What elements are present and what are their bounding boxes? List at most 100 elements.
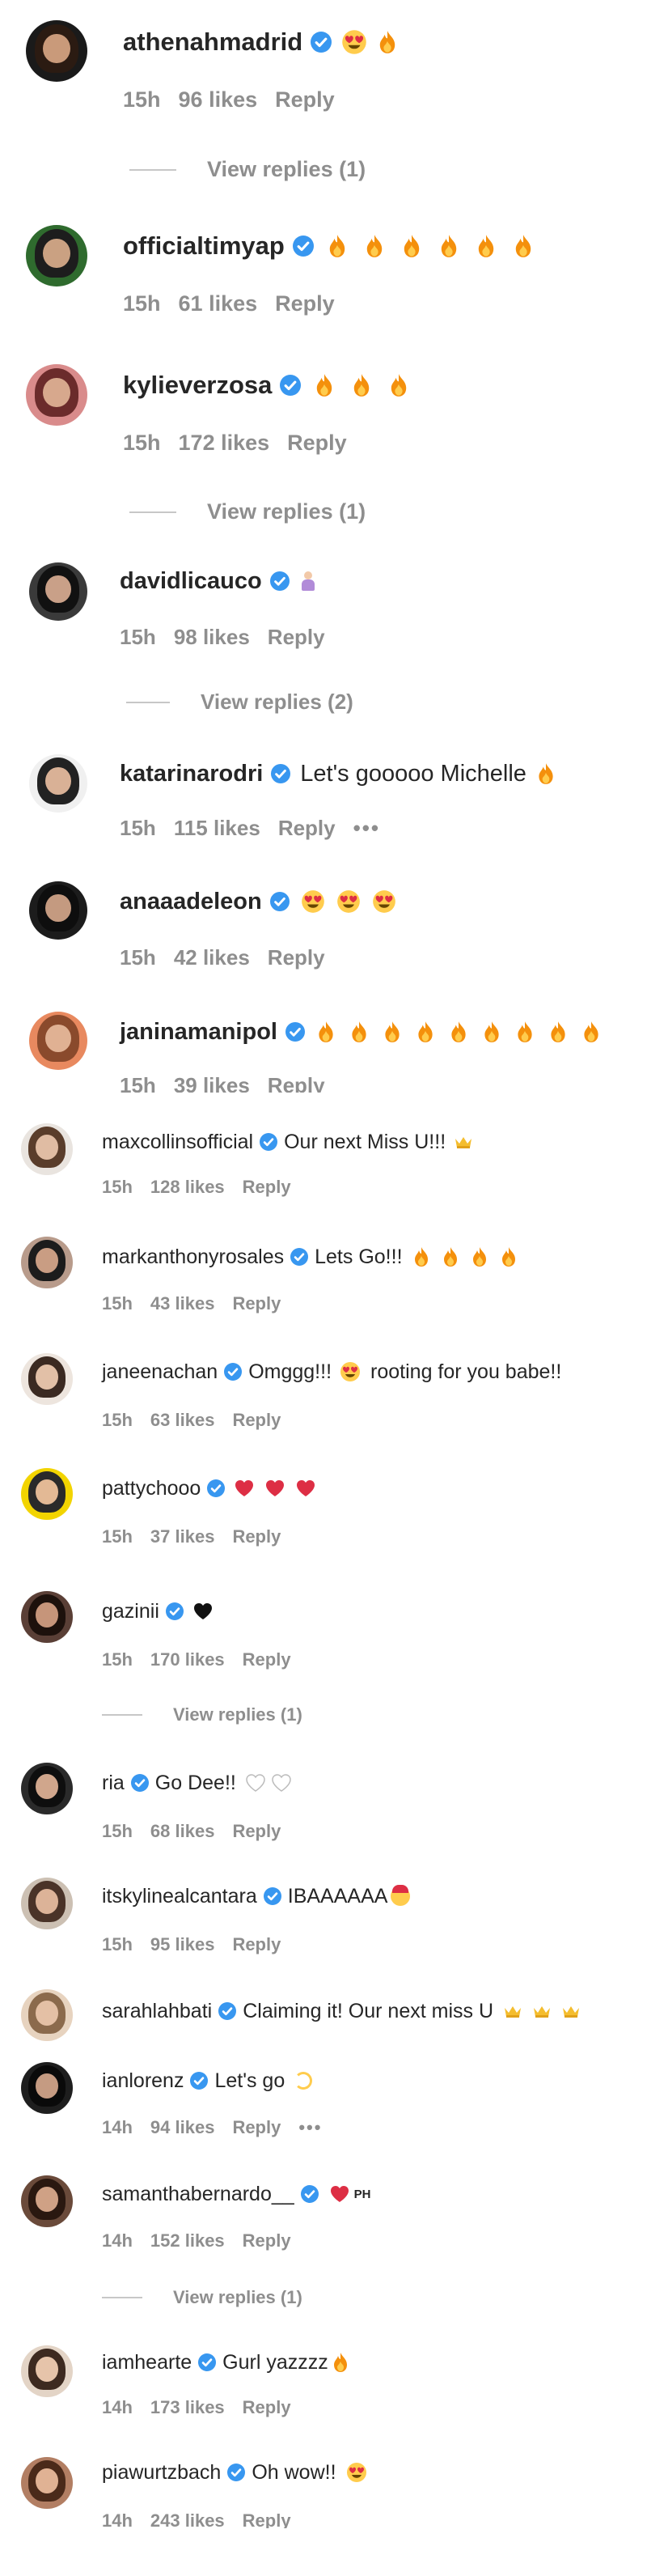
red-heart-emoji-icon: [296, 1479, 315, 1497]
comment-time: 14h: [102, 2230, 133, 2251]
comment-likes[interactable]: 63 likes: [150, 1410, 215, 1431]
comment-time: 15h: [102, 1293, 133, 1313]
divider-line: [129, 511, 176, 513]
reply-button[interactable]: Reply: [232, 1410, 281, 1431]
comment-likes[interactable]: 115 likes: [174, 816, 260, 841]
more-options-icon[interactable]: •••: [298, 2117, 322, 2138]
avatar[interactable]: [21, 1468, 73, 1520]
avatar[interactable]: [21, 2345, 73, 2397]
comment-username[interactable]: janinamanipol: [120, 1019, 277, 1046]
avatar[interactable]: [21, 2457, 73, 2509]
comment-username[interactable]: maxcollinsofficial: [102, 1131, 253, 1154]
avatar[interactable]: [29, 754, 87, 813]
comment-username[interactable]: davidlicauco: [120, 568, 262, 595]
heart-eyes-emoji-icon: [341, 29, 367, 55]
avatar[interactable]: [29, 1012, 87, 1070]
comment-likes[interactable]: 173 likes: [150, 2397, 225, 2418]
comment-username[interactable]: markanthonyrosales: [102, 1246, 284, 1269]
comment-likes[interactable]: 243 likes: [150, 2510, 225, 2528]
reply-button[interactable]: Reply: [243, 2397, 291, 2418]
comment-likes[interactable]: 172 likes: [179, 431, 270, 456]
comment-username[interactable]: sarahlahbati: [102, 2000, 212, 2023]
red-heart-emoji-icon: [265, 1479, 285, 1497]
reply-button[interactable]: Reply: [243, 1649, 291, 1670]
comment-likes[interactable]: 152 likes: [150, 2230, 225, 2251]
comment-likes[interactable]: 61 likes: [179, 291, 258, 316]
view-replies-label[interactable]: View replies (1): [173, 2287, 302, 2308]
reply-button[interactable]: Reply: [243, 1177, 291, 1198]
comment-username[interactable]: pattychooo: [102, 1477, 201, 1500]
reply-button[interactable]: Reply: [268, 625, 325, 650]
avatar[interactable]: [21, 2175, 73, 2227]
view-replies-button[interactable]: View replies (1): [102, 2287, 302, 2308]
view-replies-label[interactable]: View replies (1): [173, 1704, 302, 1725]
fire-emoji-icon: [438, 234, 459, 258]
view-replies-button[interactable]: View replies (1): [129, 157, 366, 182]
comment-likes[interactable]: 128 likes: [150, 1177, 225, 1198]
avatar[interactable]: [21, 1878, 73, 1929]
comment-username[interactable]: ianlorenz: [102, 2069, 184, 2093]
reply-button[interactable]: Reply: [232, 1526, 281, 1547]
avatar[interactable]: [21, 1989, 73, 2041]
comment-likes[interactable]: 37 likes: [150, 1526, 215, 1547]
reply-button[interactable]: Reply: [278, 816, 336, 841]
reply-button[interactable]: Reply: [232, 1934, 281, 1955]
comment-username[interactable]: kylieverzosa: [123, 371, 272, 400]
comment-likes[interactable]: 95 likes: [150, 1934, 215, 1955]
avatar[interactable]: [21, 1353, 73, 1405]
reply-button[interactable]: Reply: [243, 2510, 291, 2528]
view-replies-button[interactable]: View replies (2): [126, 690, 353, 715]
avatar[interactable]: [26, 20, 87, 82]
view-replies-button[interactable]: View replies (1): [102, 1704, 302, 1725]
comment-username[interactable]: iamhearte: [102, 2351, 192, 2374]
view-replies-button[interactable]: View replies (1): [129, 499, 366, 524]
comment-likes[interactable]: 39 likes: [174, 1073, 250, 1093]
comment-username[interactable]: janeenachan: [102, 1360, 218, 1384]
comment-likes[interactable]: 96 likes: [179, 87, 258, 112]
comment-username[interactable]: ria: [102, 1772, 125, 1795]
avatar[interactable]: [21, 1123, 73, 1175]
comment-username[interactable]: itskylinealcantara: [102, 1885, 257, 1908]
comment-likes[interactable]: 68 likes: [150, 1821, 215, 1842]
comment-likes[interactable]: 98 likes: [174, 625, 250, 650]
comment-username[interactable]: athenahmadrid: [123, 28, 302, 57]
comment-username[interactable]: piawurtzbach: [102, 2461, 221, 2485]
comment-username[interactable]: anaaadeleon: [120, 889, 262, 915]
reply-button[interactable]: Reply: [275, 87, 335, 112]
reply-button[interactable]: Reply: [287, 431, 347, 456]
comment-username[interactable]: gazinii: [102, 1600, 159, 1623]
reply-button[interactable]: Reply: [232, 1293, 281, 1314]
avatar[interactable]: [21, 1591, 73, 1643]
comment-likes[interactable]: 43 likes: [150, 1293, 215, 1314]
comment-likes[interactable]: 42 likes: [174, 945, 250, 970]
avatar[interactable]: [26, 364, 87, 426]
reply-button[interactable]: Reply: [268, 945, 325, 970]
comment-time: 14h: [102, 2397, 133, 2417]
comment-username[interactable]: samanthabernardo__: [102, 2183, 294, 2206]
reply-button[interactable]: Reply: [232, 2117, 281, 2138]
avatar[interactable]: [26, 225, 87, 286]
reply-button[interactable]: Reply: [268, 1073, 325, 1093]
comment-likes[interactable]: 170 likes: [150, 1649, 225, 1670]
avatar[interactable]: [21, 1763, 73, 1814]
comment-time: 14h: [102, 2510, 133, 2528]
view-replies-label[interactable]: View replies (2): [201, 690, 353, 715]
avatar[interactable]: [21, 2062, 73, 2114]
fire-emoji-icon: [349, 1021, 369, 1043]
reply-button[interactable]: Reply: [275, 291, 335, 316]
verified-badge-icon: [311, 32, 332, 53]
comment-time: 15h: [120, 625, 156, 649]
comment-time: 15h: [123, 87, 161, 112]
avatar[interactable]: [29, 562, 87, 621]
more-options-icon[interactable]: •••: [353, 816, 380, 841]
comment-username[interactable]: officialtimyap: [123, 231, 285, 261]
comment-username[interactable]: katarinarodri: [120, 761, 263, 787]
comment-text: Lets Go!!!: [315, 1245, 403, 1268]
avatar[interactable]: [21, 1237, 73, 1288]
reply-button[interactable]: Reply: [243, 2230, 291, 2251]
avatar[interactable]: [29, 881, 87, 940]
view-replies-label[interactable]: View replies (1): [207, 499, 366, 524]
reply-button[interactable]: Reply: [232, 1821, 281, 1842]
comment-likes[interactable]: 94 likes: [150, 2117, 215, 2138]
view-replies-label[interactable]: View replies (1): [207, 157, 366, 182]
